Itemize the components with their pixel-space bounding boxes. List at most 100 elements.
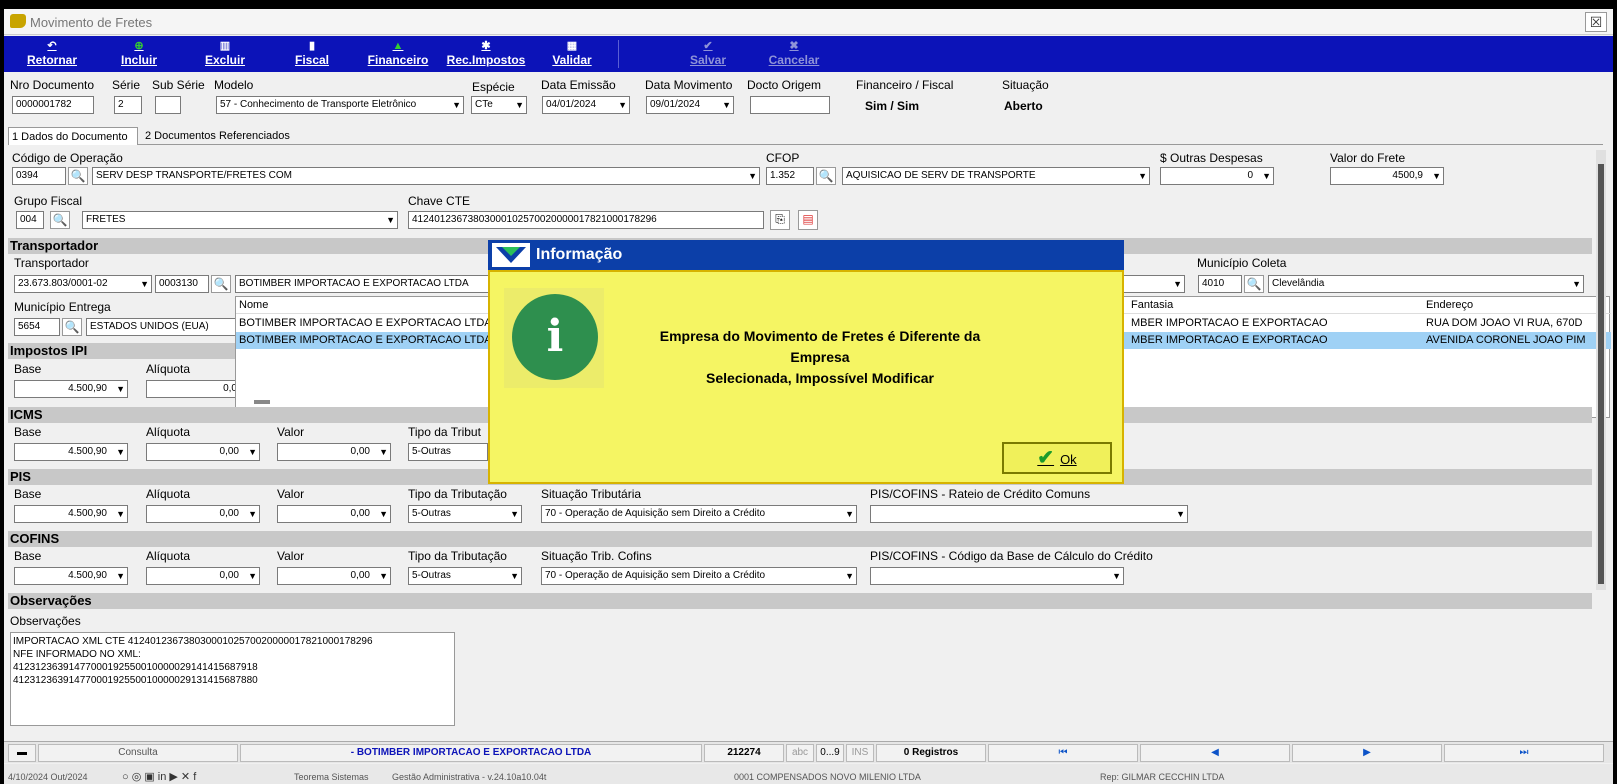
codigo-status: 212274	[704, 744, 784, 762]
observacoes-textarea[interactable]: IMPORTACAO XML CTE 412401236738030001025…	[10, 632, 455, 726]
form-scrollbar[interactable]	[1596, 150, 1606, 590]
pis-base-field[interactable]: 4.500,90 ▼	[14, 505, 128, 523]
chevron-down-icon: ▼	[618, 100, 627, 110]
outras-despesas-label: $ Outras Despesas	[1160, 151, 1263, 165]
outras-despesas-field[interactable]: 0 ▼	[1160, 167, 1274, 185]
retornar-button[interactable]: ↶ Retornar	[22, 39, 82, 67]
municipio-coleta-select[interactable]: Clevelândia ▼	[1268, 275, 1584, 293]
pis-rateio-select[interactable]: ▼	[870, 505, 1188, 523]
cfop-field[interactable]: 1.352	[766, 167, 814, 185]
icms-tipo-label: Tipo da Tribut	[408, 425, 481, 439]
operacao-select[interactable]: SERV DESP TRANSPORTE/FRETES COM ▼	[92, 167, 760, 185]
transportador-codigo-field[interactable]: 0003130	[155, 275, 209, 293]
obs-line: IMPORTACAO XML CTE 412401236738030001025…	[13, 636, 373, 647]
icms-tipo-select[interactable]: 5-Outras	[408, 443, 488, 461]
next-record-button[interactable]: ▶	[1292, 744, 1442, 762]
last-record-button[interactable]: ⏭	[1444, 744, 1604, 762]
chevron-down-icon: ▼	[722, 100, 731, 110]
fiscal-button[interactable]: ▮ Fiscal	[290, 39, 334, 67]
chevron-down-icon: ▼	[510, 509, 519, 519]
grupo-fiscal-field[interactable]: 004	[16, 211, 44, 229]
ipi-base-field[interactable]: 4.500,90 ▼	[14, 380, 128, 398]
transportador-cnpj-select[interactable]: 23.673.803/0001-02 ▼	[14, 275, 152, 293]
tab-dados-documento[interactable]: 1 Dados do Documento	[8, 127, 138, 145]
ok-button[interactable]: ✔ Ok	[1002, 442, 1112, 474]
municipio-entrega-code[interactable]: 5654	[14, 318, 60, 336]
icms-aliquota-value: 0,00	[219, 446, 239, 457]
cofins-codigo-base-select[interactable]: ▼	[870, 567, 1124, 585]
document-icon: ▮	[308, 40, 316, 52]
cofins-aliquota-field[interactable]: 0,00 ▼	[146, 567, 260, 585]
close-button[interactable]: ☒	[1585, 12, 1607, 32]
municipio-coleta-code[interactable]: 4010	[1198, 275, 1242, 293]
pis-valor-field[interactable]: 0,00 ▼	[277, 505, 391, 523]
salvar-button[interactable]: ✔ Salvar	[688, 39, 728, 67]
serie-field[interactable]: 2	[114, 96, 142, 114]
import-xml-icon[interactable]: ⎘	[770, 210, 790, 230]
row-fantasia: MBER IMPORTACAO E EXPORTACAO	[1131, 317, 1328, 329]
icms-valor-label: Valor	[277, 425, 305, 439]
modelo-select[interactable]: 57 - Conhecimento de Transporte Eletrôni…	[216, 96, 464, 114]
chave-cte-field[interactable]: 4124012367380300010257002000001782100017…	[408, 211, 764, 229]
pdf-icon[interactable]: ▤	[798, 210, 818, 230]
icms-aliquota-field[interactable]: 0,00 ▼	[146, 443, 260, 461]
search-icon[interactable]: 🔍	[50, 211, 70, 229]
cofins-situacao-label: Situação Trib. Cofins	[541, 549, 652, 563]
prev-record-button[interactable]: ◀	[1140, 744, 1290, 762]
search-icon[interactable]: 🔍	[211, 275, 231, 293]
search-icon[interactable]: 🔍	[1244, 275, 1264, 293]
row-fantasia: MBER IMPORTACAO E EXPORTACAO	[1131, 334, 1328, 346]
rep-text: Rep: GILMAR CECCHIN LTDA	[1100, 772, 1225, 782]
cofins-tipo-select[interactable]: 5-Outras ▼	[408, 567, 522, 585]
chevron-down-icon: ▼	[510, 571, 519, 581]
pis-aliquota-field[interactable]: 0,00 ▼	[146, 505, 260, 523]
pis-tipo-select[interactable]: 5-Outras ▼	[408, 505, 522, 523]
scrollbar-thumb[interactable]	[1598, 164, 1604, 584]
tab-documentos-referenciados[interactable]: 2 Documentos Referenciados	[142, 127, 302, 145]
excluir-button[interactable]: ▥ Excluir	[200, 39, 250, 67]
dialog-title: Informação	[536, 246, 623, 263]
resize-grip[interactable]	[254, 400, 270, 404]
icms-aliquota-label: Alíquota	[146, 425, 191, 439]
codigo-operacao-label: Código de Operação	[12, 151, 123, 165]
icms-base-field[interactable]: 4.500,90 ▼	[14, 443, 128, 461]
search-icon[interactable]: 🔍	[62, 318, 82, 336]
valor-frete-field[interactable]: 4500,9 ▼	[1330, 167, 1444, 185]
docto-origem-label: Docto Origem	[747, 78, 822, 92]
validar-button[interactable]: ▦ Validar	[550, 39, 594, 67]
teorema-logo-icon	[492, 243, 530, 267]
ipi-aliquota-field[interactable]: 0,0	[146, 380, 242, 398]
money-icon: ▲	[392, 40, 404, 52]
pis-situacao-label: Situação Tributária	[541, 487, 642, 501]
toolbar: ↶ Retornar ⊕ Incluir ▥ Excluir ▮ Fiscal ▲ Fin…	[4, 36, 1613, 72]
incluir-button[interactable]: ⊕ Incluir	[114, 39, 164, 67]
especie-value: CTe	[475, 99, 493, 110]
cancelar-button[interactable]: ✖ Cancelar	[766, 39, 822, 67]
cofins-base-field[interactable]: 4.500,90 ▼	[14, 567, 128, 585]
ipi-base-label: Base	[14, 362, 42, 376]
sub-serie-field[interactable]	[155, 96, 181, 114]
nro-documento-field[interactable]: 0000001782	[12, 96, 94, 114]
keyboard-icon[interactable]: ▬	[8, 744, 36, 762]
status-bar: ▬ Consulta - BOTIMBER IMPORTACAO E EXPOR…	[4, 741, 1613, 763]
data-emissao-field[interactable]: 04/01/2024 ▼	[542, 96, 630, 114]
financeiro-button[interactable]: ▲ Financeiro	[366, 39, 430, 67]
ok-label: Ok	[1060, 452, 1077, 467]
situacao-label: Situação	[1002, 78, 1049, 92]
municipio-entrega-field[interactable]: ESTADOS UNIDOS (EUA)	[86, 318, 236, 336]
data-movimento-field[interactable]: 09/01/2024 ▼	[646, 96, 734, 114]
pis-situacao-select[interactable]: 70 - Operação de Aquisição sem Direito a…	[541, 505, 857, 523]
rec-impostos-button[interactable]: ✱ Rec.Impostos	[444, 39, 528, 67]
cofins-situacao-select[interactable]: 70 - Operação de Aquisição sem Direito a…	[541, 567, 857, 585]
docto-origem-field[interactable]	[750, 96, 830, 114]
cfop-select[interactable]: AQUISICAO DE SERV DE TRANSPORTE ▼	[842, 167, 1150, 185]
cofins-valor-field[interactable]: 0,00 ▼	[277, 567, 391, 585]
icms-valor-field[interactable]: 0,00 ▼	[277, 443, 391, 461]
first-record-button[interactable]: ⏮	[988, 744, 1138, 762]
search-icon[interactable]: 🔍	[816, 167, 836, 185]
search-icon[interactable]: 🔍	[68, 167, 88, 185]
especie-select[interactable]: CTe ▼	[471, 96, 527, 114]
grupo-fiscal-select[interactable]: FRETES ▼	[82, 211, 398, 229]
trash-icon: ▥	[219, 40, 231, 52]
codigo-operacao-field[interactable]: 0394	[12, 167, 66, 185]
